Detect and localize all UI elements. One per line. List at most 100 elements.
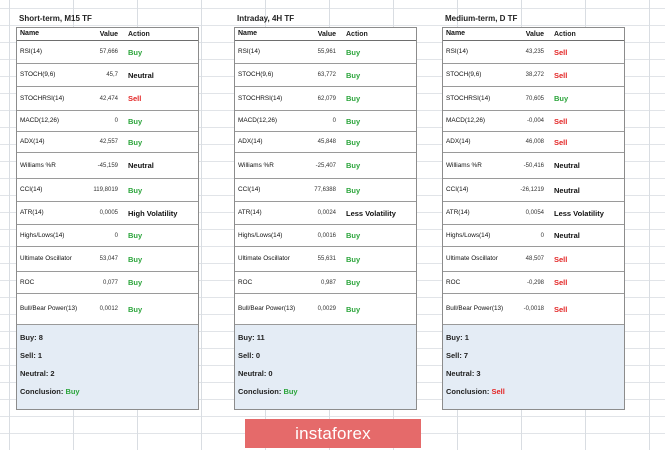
indicator-name: STOCH(9,6)	[238, 71, 274, 78]
indicator-action: Buy	[128, 47, 143, 57]
table-row: ADX(14) 42,557 Buy	[17, 132, 198, 153]
indicator-value: 42,557	[99, 139, 118, 145]
indicator-name: CCI(14)	[20, 186, 43, 193]
table-row: STOCHRSI(14) 70,605 Buy	[443, 87, 624, 111]
indicator-name: Williams %R	[446, 161, 482, 169]
indicator-action: Neutral	[128, 161, 154, 170]
indicator-value: 0,0016	[317, 232, 336, 239]
indicator-name: ROC	[20, 278, 35, 286]
indicator-action: Neutral	[128, 70, 154, 80]
header-name: Name	[20, 30, 40, 37]
conclusion-label: Conclusion:	[20, 387, 64, 396]
table-row: Highs/Lows(14) 0,0016 Buy	[235, 225, 416, 247]
instaforex-logo: instaforex	[245, 419, 421, 448]
indicator-table: Name Value Action RSI(14) 43,235 Sell STOCH(9,…	[442, 27, 625, 410]
indicator-value: 38,272	[525, 72, 544, 78]
header-value: Value	[525, 30, 544, 38]
indicator-action: Buy	[346, 304, 361, 314]
indicator-action: Less Volatility	[554, 208, 604, 218]
indicator-name: MACD(12,26)	[20, 117, 60, 124]
indicator-name: STOCHRSI(14)	[446, 94, 491, 102]
panel-intraday: Intraday, 4H TF Name Value Action RSI(14) 55,…	[234, 11, 417, 410]
indicator-name: CCI(14)	[446, 186, 469, 193]
table-row: ATR(14) 0,0005 High Volatility	[17, 202, 198, 225]
conclusion-label: Conclusion:	[238, 387, 282, 396]
indicator-name: RSI(14)	[20, 48, 43, 55]
summary-neutral: Neutral: 0	[238, 369, 273, 378]
summary-sell: Sell: 1	[20, 351, 43, 360]
indicator-action: Buy	[346, 278, 361, 287]
indicator-name: Ultimate Oscillator	[446, 255, 498, 262]
indicator-action: Sell	[554, 304, 568, 314]
indicator-action: Buy	[346, 161, 361, 170]
indicator-value: 45,7	[106, 72, 118, 78]
indicator-value: 57,666	[99, 49, 118, 55]
conclusion-value: Buy	[283, 387, 298, 396]
summary-buy: Buy: 11	[238, 333, 265, 342]
indicator-value: 55,631	[317, 256, 336, 262]
table-row: MACD(12,26) 0 Buy	[235, 111, 416, 132]
indicator-action: Buy	[128, 304, 143, 314]
panel-medium-term: Medium-term, D TF Name Value Action RSI(14) 4…	[442, 11, 625, 410]
indicator-name: Williams %R	[20, 161, 56, 169]
indicator-value: 77,6388	[314, 187, 336, 193]
indicator-action: Neutral	[554, 161, 580, 170]
indicator-value: 43,235	[525, 49, 544, 55]
table-row: STOCH(9,6) 45,7 Neutral	[17, 64, 198, 87]
header-name: Name	[446, 30, 466, 37]
indicator-name: Bull/Bear Power(13)	[446, 305, 504, 312]
header-name: Name	[238, 30, 258, 37]
indicator-value: 119,8019	[93, 187, 118, 193]
indicator-value: 0,0029	[317, 306, 336, 312]
table-row: STOCHRSI(14) 62,079 Buy	[235, 87, 416, 111]
summary-box: Buy: 1 Sell: 7 Neutral: 3 Conclusion: Sell	[443, 325, 624, 409]
indicator-value: 0	[114, 118, 118, 124]
table-row: Bull/Bear Power(13) 0,0012 Buy	[17, 294, 198, 325]
indicator-name: ATR(14)	[446, 209, 470, 216]
table-row: RSI(14) 55,961 Buy	[235, 41, 416, 64]
table-row: STOCH(9,6) 38,272 Sell	[443, 64, 624, 87]
header-value: Value	[99, 30, 118, 38]
indicator-name: RSI(14)	[238, 48, 261, 55]
indicator-value: -0,298	[526, 279, 544, 286]
indicator-action: Buy	[346, 231, 361, 240]
indicator-name: Highs/Lows(14)	[446, 231, 491, 239]
table-row: Williams %R -25,407 Buy	[235, 153, 416, 179]
indicator-name: ADX(14)	[238, 138, 263, 145]
table-header: Name Value Action	[17, 28, 198, 41]
indicator-value: 0,0012	[99, 306, 118, 312]
indicator-name: ATR(14)	[20, 209, 44, 216]
indicator-name: Highs/Lows(14)	[20, 231, 65, 239]
table-row: ROC -0,298 Sell	[443, 272, 624, 294]
indicator-name: Williams %R	[238, 161, 274, 169]
table-row: ADX(14) 45,848 Buy	[235, 132, 416, 153]
indicator-name: ADX(14)	[20, 138, 45, 145]
indicator-action: Buy	[128, 185, 143, 195]
summary-buy: Buy: 8	[20, 333, 43, 342]
indicator-value: -0,0018	[523, 306, 544, 312]
indicator-value: -0,004	[526, 118, 544, 124]
summary-box: Buy: 8 Sell: 1 Neutral: 2 Conclusion: Buy	[17, 325, 198, 409]
conclusion-value: Sell	[491, 387, 505, 396]
table-row: ATR(14) 0,0024 Less Volatility	[235, 202, 416, 225]
indicator-name: RSI(14)	[446, 48, 469, 55]
indicator-name: CCI(14)	[238, 186, 261, 193]
table-row: MACD(12,26) 0 Buy	[17, 111, 198, 132]
summary-box: Buy: 11 Sell: 0 Neutral: 0 Conclusion: Buy	[235, 325, 416, 409]
table-row: Highs/Lows(14) 0 Neutral	[443, 225, 624, 247]
conclusion-value: Buy	[65, 387, 80, 396]
table-header: Name Value Action	[235, 28, 416, 41]
indicator-value: 0	[114, 232, 118, 239]
indicator-value: 55,961	[317, 49, 336, 55]
indicator-name: MACD(12,26)	[238, 117, 278, 124]
indicator-value: 0,987	[320, 279, 336, 286]
table-row: CCI(14) 119,8019 Buy	[17, 179, 198, 202]
indicator-action: Buy	[128, 254, 143, 264]
table-header: Name Value Action	[443, 28, 624, 41]
table-row: CCI(14) -26,1219 Neutral	[443, 179, 624, 202]
table-row: CCI(14) 77,6388 Buy	[235, 179, 416, 202]
indicator-name: STOCHRSI(14)	[238, 94, 283, 102]
indicator-action: Buy	[128, 137, 143, 147]
header-action: Action	[128, 30, 150, 38]
panel-title: Intraday, 4H TF	[237, 14, 295, 23]
